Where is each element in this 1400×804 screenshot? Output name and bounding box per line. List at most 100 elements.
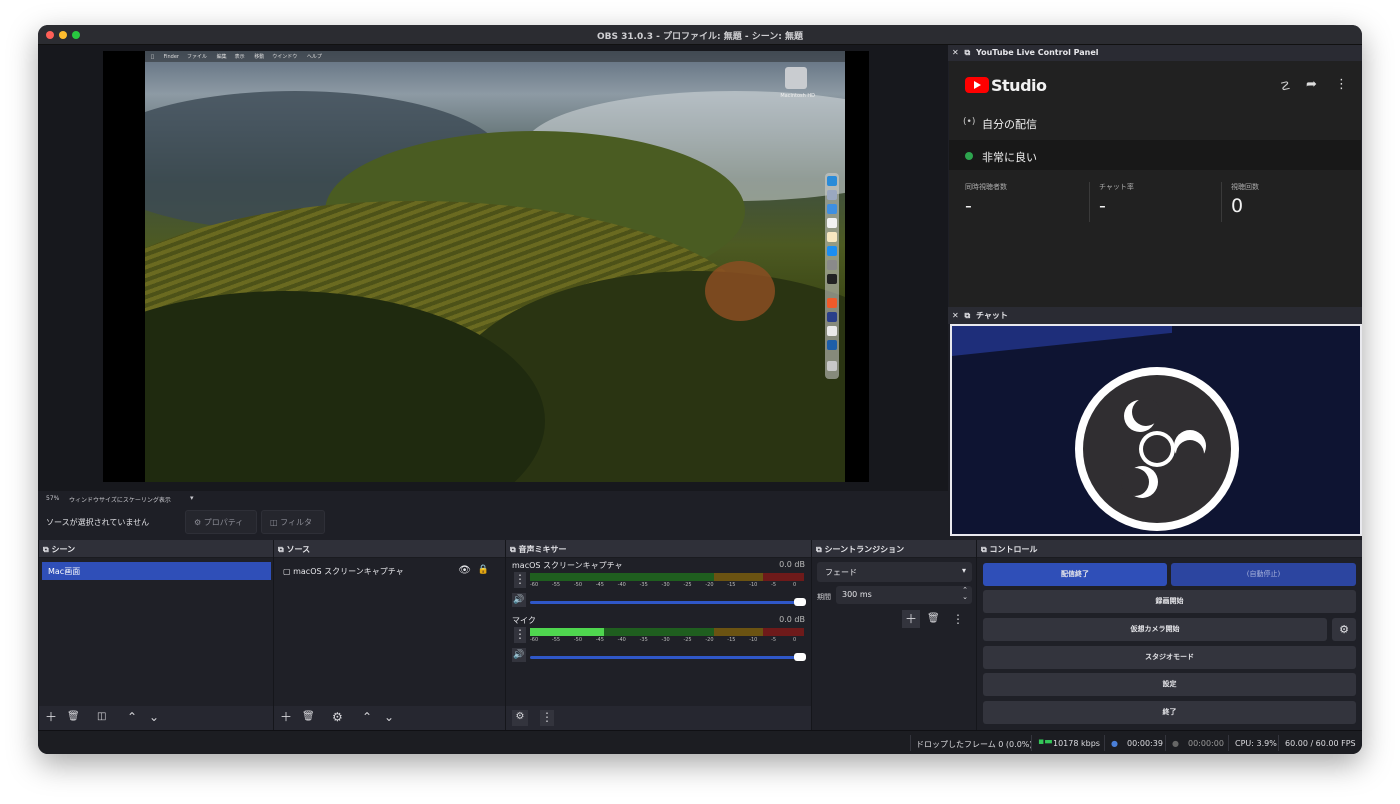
move-up-icon[interactable]: ⌃ bbox=[127, 710, 137, 724]
meter-tick-label: -30 bbox=[661, 637, 670, 643]
meter-tick-label: -40 bbox=[617, 637, 626, 643]
settings-button[interactable]: 設定 bbox=[983, 673, 1356, 696]
meter-tick-label: -60 bbox=[530, 582, 539, 588]
scale-mode-dropdown-icon[interactable]: ▾ bbox=[190, 494, 194, 502]
share-icon[interactable]: ➦ bbox=[1306, 77, 1317, 92]
duration-label: 期間 bbox=[817, 593, 831, 601]
auto-stop-button[interactable]: (自動停止) bbox=[1171, 563, 1356, 586]
stream-health-bar: 非常に良い bbox=[949, 140, 1361, 170]
meter-tick-label: -25 bbox=[683, 637, 692, 643]
panel-header: ⧉ 音声ミキサー bbox=[506, 540, 811, 558]
bookmark-icon[interactable]: ☡ bbox=[1280, 79, 1291, 93]
desktop-menubar:  Finderファイル 編集表示 移動ウインドウ ヘルプ bbox=[145, 51, 845, 62]
dock-title: チャット bbox=[976, 311, 1008, 320]
meter-tick-label: -15 bbox=[727, 637, 736, 643]
properties-button[interactable]: ⚙ プロパティ bbox=[185, 510, 257, 534]
stop-stream-button[interactable]: 配信終了 bbox=[983, 563, 1167, 586]
exit-button[interactable]: 終了 bbox=[983, 701, 1356, 724]
speaker-icon[interactable]: 🔊 bbox=[512, 593, 526, 607]
gear-icon: ⚙ bbox=[194, 518, 202, 527]
meter-tick-label: -60 bbox=[530, 637, 539, 643]
meter-tick-label: -45 bbox=[595, 582, 604, 588]
virtual-camera-settings-icon[interactable]: ⚙ bbox=[1332, 618, 1356, 641]
dock-float-icon[interactable]: ⧉ bbox=[278, 545, 284, 554]
add-source-icon[interactable]: ＋ bbox=[280, 710, 292, 724]
stream-time: 00:00:39 bbox=[1127, 739, 1163, 748]
meter-tick-label: -40 bbox=[617, 582, 626, 588]
studio-mode-button[interactable]: スタジオモード bbox=[983, 646, 1356, 669]
filters-button[interactable]: ◫ フィルタ bbox=[261, 510, 325, 534]
volume-meter bbox=[530, 628, 804, 636]
add-transition-icon[interactable]: ＋ bbox=[902, 610, 920, 628]
no-source-selected-label: ソースが選択されていません bbox=[46, 518, 150, 527]
move-down-icon[interactable]: ⌄ bbox=[149, 710, 159, 724]
record-indicator-icon: ● bbox=[1172, 739, 1179, 748]
chat-panel[interactable] bbox=[950, 324, 1362, 536]
dock-float-icon[interactable]: ⧉ bbox=[965, 311, 971, 320]
dock-float-icon[interactable]: ⧉ bbox=[965, 48, 971, 57]
channel-menu-icon[interactable]: ⋮ bbox=[514, 572, 526, 588]
desktop-capture:  Finderファイル 編集表示 移動ウインドウ ヘルプ Macintosh … bbox=[145, 51, 845, 482]
dock-close-icon[interactable]: ✕ bbox=[952, 48, 959, 57]
meter-tick-label: -10 bbox=[749, 582, 758, 588]
duration-spinbox[interactable]: 300 ms ⌃ ⌄ bbox=[836, 586, 972, 604]
source-item[interactable]: ▢ macOS スクリーンキャプチャ 👁 🔒 bbox=[277, 562, 503, 580]
scene-item[interactable]: Mac画面 bbox=[42, 562, 271, 580]
title-bar: OBS 31.0.3 - プロファイル: 無題 - シーン: 無題 bbox=[38, 25, 1362, 45]
zoom-level: 57% bbox=[46, 495, 60, 502]
broadcast-icon: (•) bbox=[963, 117, 976, 127]
meter-tick-label: -30 bbox=[661, 582, 670, 588]
dock-close-icon[interactable]: ✕ bbox=[952, 311, 959, 320]
scale-mode-label[interactable]: ウィンドウサイズにスケーリング表示 bbox=[69, 495, 171, 504]
move-down-icon[interactable]: ⌄ bbox=[384, 710, 394, 724]
dock-float-icon[interactable]: ⧉ bbox=[816, 545, 822, 554]
desktop-dock bbox=[825, 173, 839, 379]
start-recording-button[interactable]: 録画開始 bbox=[983, 590, 1356, 613]
my-stream-label[interactable]: 自分の配信 bbox=[982, 116, 1037, 132]
add-scene-icon[interactable]: ＋ bbox=[45, 710, 57, 724]
meter-tick-label: -50 bbox=[573, 582, 582, 588]
volume-slider[interactable] bbox=[530, 653, 806, 661]
lock-icon[interactable]: 🔒 bbox=[478, 565, 489, 575]
stat-chat-rate: チャット率 - bbox=[1099, 183, 1134, 217]
youtube-control-panel: Studio ☡ ➦ ⋮ (•) 自分の配信 非常に良い 同時視聴者数 - チャ… bbox=[949, 61, 1361, 307]
volume-meter bbox=[530, 573, 804, 581]
window-title: OBS 31.0.3 - プロファイル: 無題 - シーン: 無題 bbox=[596, 32, 804, 42]
stat-views: 視聴回数 0 bbox=[1231, 183, 1259, 217]
dock-float-icon[interactable]: ⧉ bbox=[510, 545, 516, 554]
scene-filters-icon[interactable]: ◫ bbox=[97, 710, 106, 724]
start-virtual-camera-button[interactable]: 仮想カメラ開始 bbox=[983, 618, 1327, 641]
meter-tick-label: -20 bbox=[705, 637, 714, 643]
dock-float-icon[interactable]: ⧉ bbox=[43, 545, 49, 554]
channel-name: macOS スクリーンキャプチャ bbox=[512, 561, 623, 570]
chat-dock-header: ✕ ⧉ チャット bbox=[948, 307, 1362, 324]
stepper-icon[interactable]: ⌃ ⌄ bbox=[962, 587, 968, 601]
mixer-menu-icon[interactable]: ⋮ bbox=[540, 710, 554, 726]
meter-tick-label: -5 bbox=[771, 582, 777, 588]
more-icon[interactable]: ⋮ bbox=[1335, 77, 1348, 92]
scenes-panel: ⧉ シーン Mac画面 ＋ 🗑 ◫ ⌃ ⌄ bbox=[38, 540, 273, 730]
remove-transition-icon[interactable]: 🗑 bbox=[927, 612, 940, 626]
transition-menu-icon[interactable]: ⋮ bbox=[952, 612, 964, 626]
volume-slider[interactable] bbox=[530, 598, 806, 606]
panel-header: ⧉ シーン bbox=[39, 540, 273, 558]
transition-select[interactable]: フェード ▾ bbox=[817, 562, 972, 582]
dock-float-icon[interactable]: ⧉ bbox=[981, 545, 987, 554]
audio-settings-icon[interactable]: ⚙ bbox=[512, 710, 528, 726]
meter-tick-label: 0 bbox=[793, 582, 797, 588]
obs-window: OBS 31.0.3 - プロファイル: 無題 - シーン: 無題  Find… bbox=[38, 25, 1362, 754]
source-properties-icon[interactable]: ⚙ bbox=[332, 710, 343, 724]
meter-tick-label: -5 bbox=[771, 637, 777, 643]
meter-scale: -60 -55 -50 -45 -40 -35 -30 -25 -20 -15 -10 -5 0 bbox=[530, 637, 804, 645]
remove-source-icon[interactable]: 🗑 bbox=[302, 710, 315, 724]
signal-icon: ▪▬ bbox=[1038, 737, 1053, 747]
channel-menu-icon[interactable]: ⋮ bbox=[514, 627, 526, 643]
panel-header: ⧉ ソース bbox=[274, 540, 505, 558]
visibility-eye-icon[interactable]: 👁 bbox=[458, 565, 471, 576]
preview-canvas[interactable]:  Finderファイル 編集表示 移動ウインドウ ヘルプ Macintosh … bbox=[38, 45, 948, 491]
scene-transitions-panel: ⧉ シーントランジション フェード ▾ 期間 300 ms ⌃ ⌄ ＋ 🗑 ⋮ bbox=[811, 540, 976, 730]
speaker-icon[interactable]: 🔊 bbox=[512, 648, 526, 662]
remove-scene-icon[interactable]: 🗑 bbox=[67, 710, 80, 724]
move-up-icon[interactable]: ⌃ bbox=[362, 710, 372, 724]
panel-header: ⧉ シーントランジション bbox=[812, 540, 976, 558]
